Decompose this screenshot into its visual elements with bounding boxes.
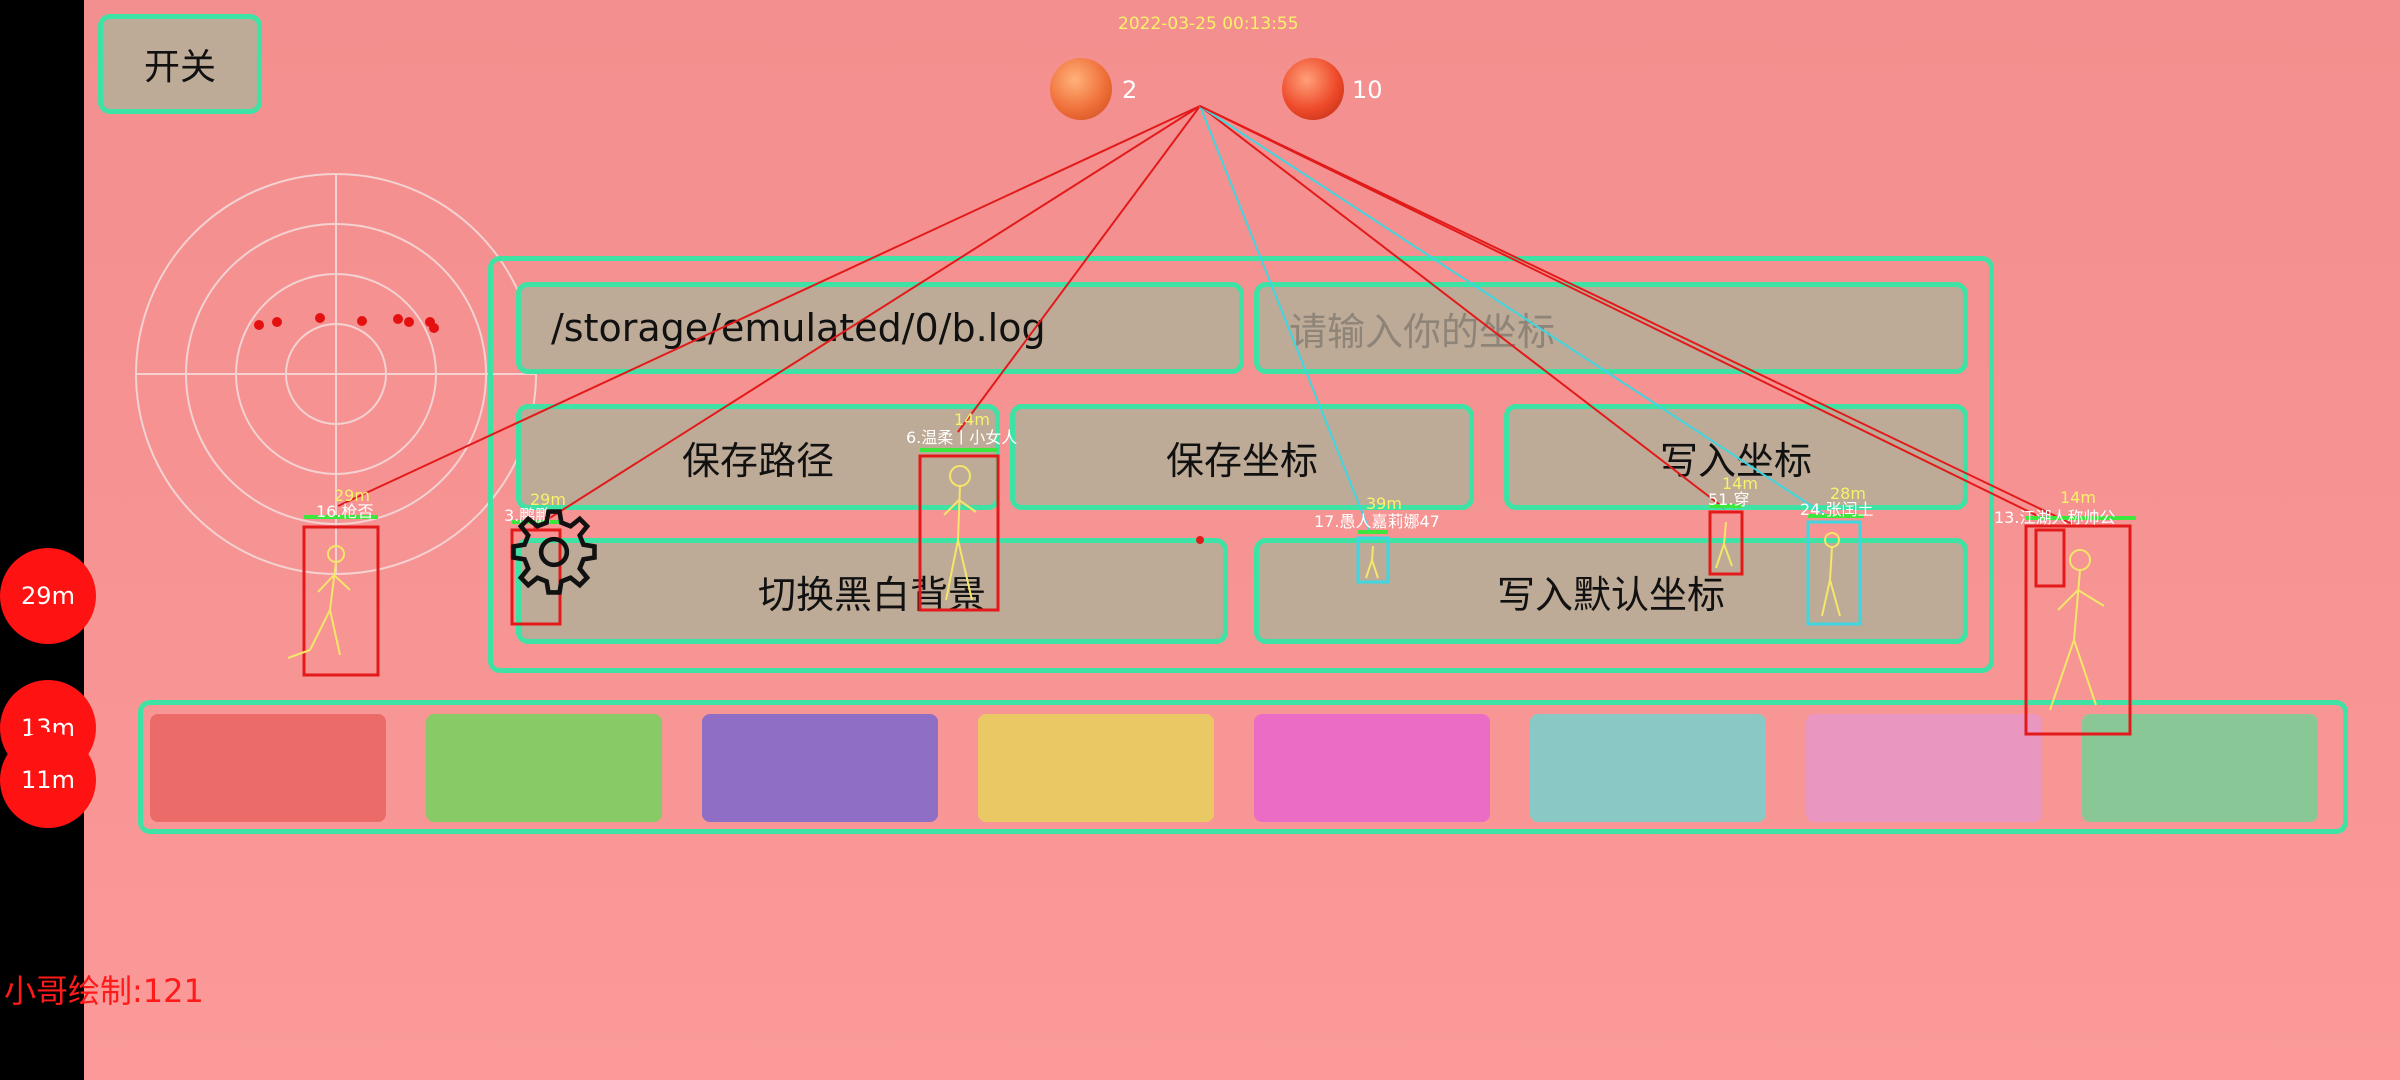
distance-marker: 29m <box>0 548 96 644</box>
player-label: 13.江湖人称帅公 <box>1994 508 2116 527</box>
radar-dot <box>254 320 264 330</box>
calm-count: 2 <box>1122 76 1138 104</box>
distance-marker: 11m <box>0 732 96 828</box>
color-swatch-red[interactable] <box>150 714 386 822</box>
angry-count: 10 <box>1352 76 1383 104</box>
radar-dot <box>272 317 282 327</box>
radar-dot <box>357 316 367 326</box>
radar-dot <box>425 317 435 327</box>
color-swatch-teal[interactable] <box>1530 714 1766 822</box>
radar-dot <box>315 313 325 323</box>
player-16 <box>287 515 380 677</box>
color-swatch-mint[interactable] <box>2082 714 2318 822</box>
angry-face-icon <box>1282 58 1344 120</box>
credit-text: 小哥绘制:121 <box>4 972 204 1010</box>
write-default-coord-button[interactable]: 写入默认坐标 <box>1254 538 1968 644</box>
color-swatch-magenta[interactable] <box>1254 714 1490 822</box>
toggle-bw-background-button[interactable]: 切换黑白背景 <box>516 538 1228 644</box>
save-path-button[interactable]: 保存路径 <box>516 404 1000 510</box>
player-label: 51.穿 <box>1708 490 1750 509</box>
color-swatch-purple[interactable] <box>702 714 938 822</box>
coord-input[interactable]: 请输入你的坐标 <box>1254 282 1968 374</box>
timestamp: 2022-03-25 00:13:55 <box>1118 14 1299 34</box>
player-label: 17.愚人嘉莉娜47 <box>1314 512 1440 531</box>
player-label: 24.张闰土 <box>1800 500 1874 519</box>
color-swatch-pink[interactable] <box>1806 714 2042 822</box>
save-coord-button[interactable]: 保存坐标 <box>1010 404 1474 510</box>
radar-dot <box>393 314 403 324</box>
player-label: 6.温柔丨小女人 <box>906 428 1018 447</box>
color-swatch-yellow[interactable] <box>978 714 1214 822</box>
radar-dots <box>254 313 439 333</box>
color-swatch-green[interactable] <box>426 714 662 822</box>
calm-face-icon <box>1050 58 1112 120</box>
player-label: 16.枪否 <box>316 502 374 521</box>
path-input[interactable]: /storage/emulated/0/b.log <box>516 282 1244 374</box>
radar-dot <box>429 323 439 333</box>
left-black-bar <box>0 0 84 1080</box>
gear-icon[interactable] <box>508 506 600 598</box>
radar-dot <box>404 317 414 327</box>
toggle-button[interactable]: 开关 <box>98 14 262 114</box>
